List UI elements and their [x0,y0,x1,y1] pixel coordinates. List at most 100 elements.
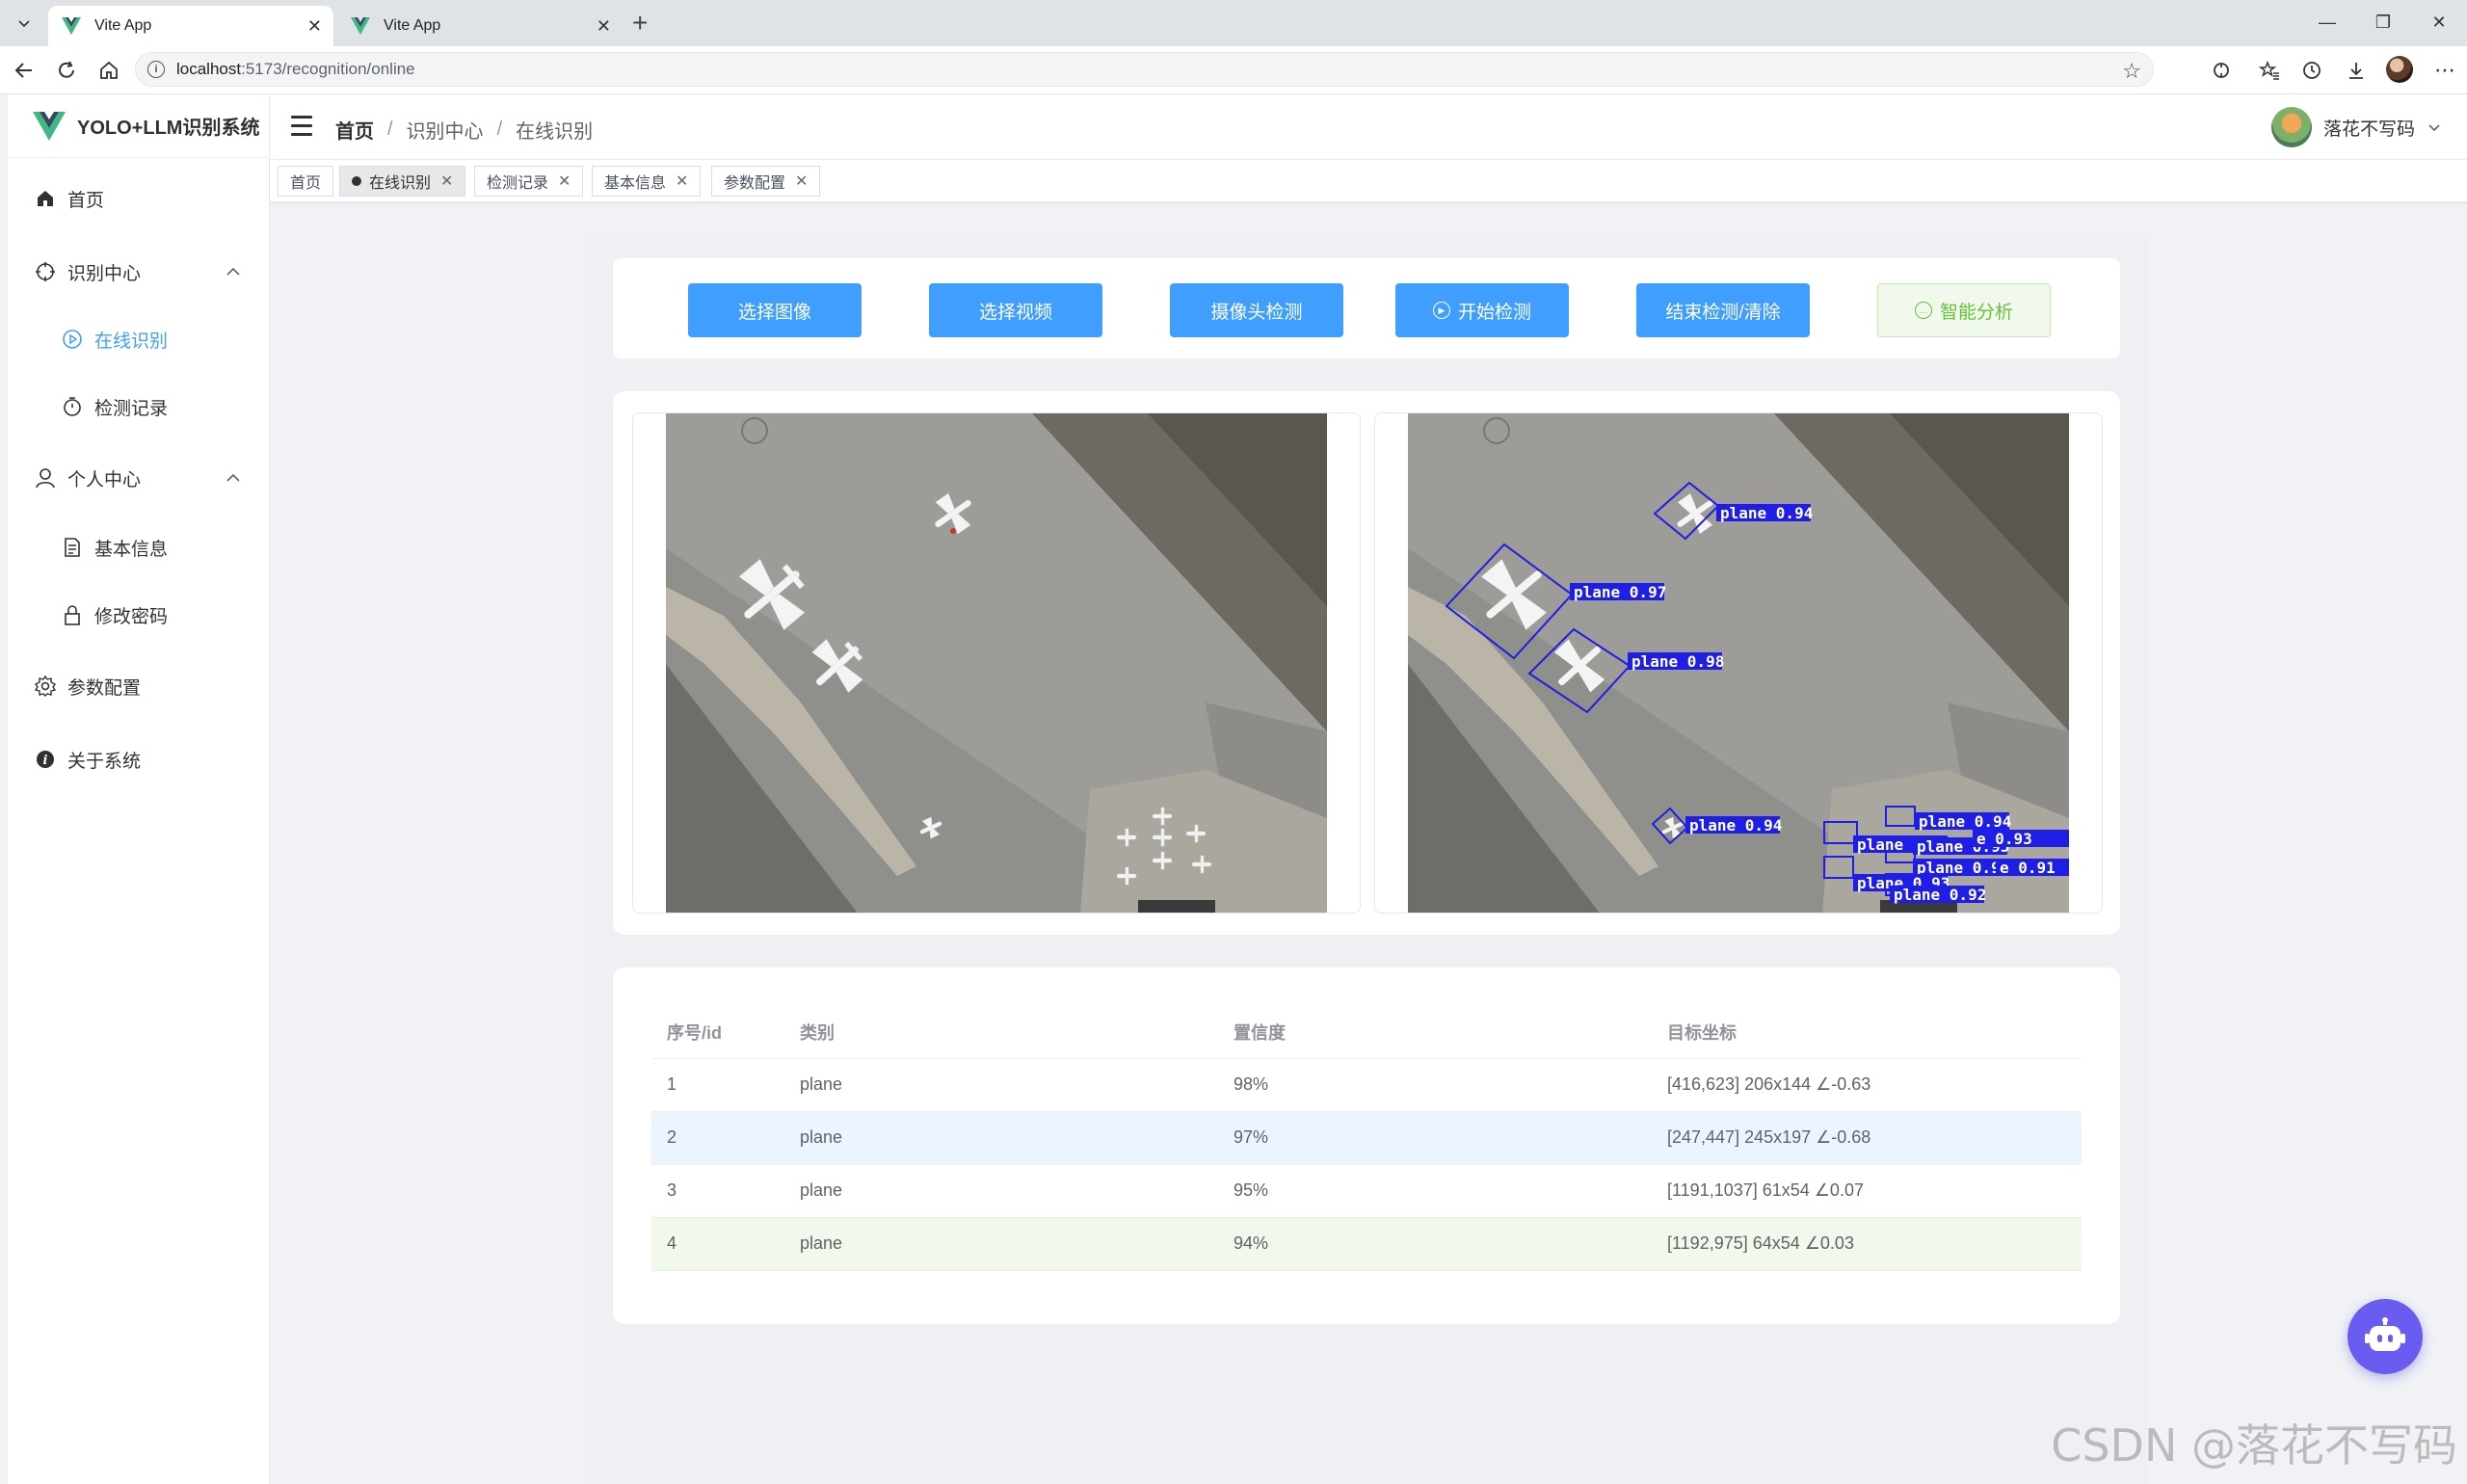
back-button[interactable] [10,56,39,85]
app-logo[interactable]: YOLO+LLM识别系统 [8,94,270,158]
svg-text:plane 0.94: plane 0.94 [1689,816,1782,835]
svg-text:plane 0.98: plane 0.98 [1631,652,1724,671]
sidebar-item-label: 关于系统 [67,751,142,772]
sidebar-item-parameter-config[interactable]: 参数配置 [8,659,270,713]
minimize-button[interactable]: — [2303,8,2351,37]
svg-text:e 0.93: e 0.93 [1976,830,2032,848]
sidebar-item-change-password[interactable]: 修改密码 [8,588,270,642]
ai-assistant-button[interactable] [2348,1299,2423,1374]
stop-clear-button[interactable]: 结束检测/清除 [1636,283,1810,337]
image-compare-card: plane 0.97 plane 0.98 plane 0.94 plane 0… [613,391,2120,935]
table-row[interactable]: 1 plane 98% [416,623] 206x144 ∠-0.63 [651,1058,2082,1112]
action-bar: 选择图像 选择视频 摄像头检测 ▶ 开始检测 结束检测/清除 … 智能分析 [613,258,2120,358]
sidebar-item-basic-info[interactable]: 基本信息 [8,520,270,574]
tag-label: 在线识别 [369,175,432,192]
profile-avatar[interactable] [2386,56,2413,83]
close-icon[interactable]: ✕ [440,172,453,191]
crosshair-icon [35,261,56,282]
close-icon[interactable]: ✕ [795,172,808,191]
sidebar-item-label: 检测记录 [94,398,169,419]
tag-label: 基本信息 [604,175,667,192]
table-row[interactable]: 4 plane 94% [1192,975] 64x54 ∠0.03 [651,1217,2082,1271]
sidebar-item-detection-records[interactable]: 检测记录 [8,380,270,434]
smart-analysis-button[interactable]: … 智能分析 [1877,283,2051,337]
sidebar-item-label: 参数配置 [67,677,142,699]
select-video-button[interactable]: 选择视频 [929,283,1102,337]
home-button[interactable] [94,56,123,85]
browser-menu-button[interactable]: ⋯ [2430,56,2459,85]
column-header[interactable]: 置信度 [1218,1006,1652,1059]
column-header[interactable]: 目标坐标 [1652,1006,2082,1059]
restore-button[interactable]: ❐ [2359,8,2407,37]
column-header[interactable]: 序号/id [651,1006,784,1059]
extensions-button[interactable] [2207,56,2236,85]
sidebar-item-home[interactable]: 首页 [8,172,270,225]
chevron-down-icon [18,20,30,28]
tag-basic-info[interactable]: 基本信息 ✕ [592,166,702,197]
sidebar-item-online-recognition[interactable]: 在线识别 [8,312,270,366]
start-detect-button[interactable]: ▶ 开始检测 [1395,283,1569,337]
close-icon[interactable]: ✕ [597,16,611,37]
arrow-left-icon [14,63,32,78]
menu-toggle-icon[interactable] [291,116,314,137]
sidebar-item-label: 首页 [67,190,105,211]
chevron-up-icon [226,473,240,482]
table-row[interactable]: 2 plane 97% [247,447] 245x197 ∠-0.68 [651,1111,2082,1165]
table-row[interactable]: 3 plane 95% [1191,1037] 61x54 ∠0.07 [651,1164,2082,1218]
user-dropdown[interactable]: 落花不写码 [2270,106,2442,148]
close-icon[interactable]: ✕ [558,172,570,191]
home-icon [35,188,56,209]
cell-coordinates: [1191,1037] 61x54 ∠0.07 [1652,1164,2082,1218]
home-icon [100,61,118,79]
camera-detect-button[interactable]: 摄像头检测 [1170,283,1343,337]
window-close-button[interactable]: ✕ [2415,8,2463,37]
breadcrumb-item: 识别中心 [406,121,484,143]
cell-confidence: 94% [1218,1217,1652,1271]
tag-detection-records[interactable]: 检测记录 ✕ [474,166,584,197]
favorites-button[interactable] [2255,56,2284,85]
vue-logo-icon [62,17,81,35]
cell-confidence: 95% [1218,1164,1652,1218]
info-icon[interactable]: i [147,61,165,78]
cell-class: plane [784,1217,1218,1271]
lock-icon [62,604,83,625]
close-icon[interactable]: ✕ [676,172,688,191]
address-bar[interactable]: i localhost:5173/recognition/online ☆ [135,52,2154,87]
document-icon [62,537,83,558]
cell-coordinates: [247,447] 245x197 ∠-0.68 [1652,1111,2082,1165]
star-icon[interactable]: ☆ [2122,59,2141,84]
user-name: 落花不写码 [2322,119,2415,140]
sidebar-item-personal-center[interactable]: 个人中心 [8,451,270,505]
history-button[interactable] [2297,56,2326,85]
user-icon [35,467,56,489]
puzzle-icon [2214,63,2229,78]
sidebar-item-about[interactable]: i 关于系统 [8,732,270,786]
new-tab-button[interactable]: + [632,10,648,37]
column-header[interactable]: 类别 [784,1006,1218,1059]
result-image-panel: plane 0.97 plane 0.98 plane 0.94 plane 0… [1374,412,2103,914]
main-content: 选择图像 选择视频 摄像头检测 ▶ 开始检测 结束检测/清除 … 智能分析 pl… [586,233,2147,1484]
gear-icon [35,676,56,697]
original-image-panel [632,412,1361,914]
tag-online-recognition[interactable]: 在线识别 ✕ [339,166,466,197]
tab-list-button[interactable] [8,8,40,39]
downloads-button[interactable] [2342,56,2371,85]
chevron-down-icon [2428,124,2440,132]
svg-text:plane: plane [1857,835,1903,854]
svg-text:plane 0.97: plane 0.97 [1574,583,1666,601]
cell-class: plane [784,1058,1218,1112]
svg-text:plane 0.94: plane 0.94 [1919,812,2011,831]
browser-tab-title: Vite App [94,17,152,34]
browser-tab-1[interactable]: Vite App ✕ [48,6,333,46]
browser-tab-2[interactable]: Vite App ✕ [337,6,623,46]
tag-parameter-config[interactable]: 参数配置 ✕ [711,166,821,197]
select-image-button[interactable]: 选择图像 [688,283,862,337]
reload-button[interactable] [52,56,81,85]
watermark: CSDN @落花不写码 [2051,1419,2457,1471]
close-icon[interactable]: ✕ [307,16,322,37]
robot-icon [2365,1317,2405,1351]
tag-home[interactable]: 首页 [278,166,334,197]
sidebar-item-recognition-center[interactable]: 识别中心 [8,245,270,299]
breadcrumb-item[interactable]: 首页 [335,116,374,144]
chevron-up-icon [226,267,240,276]
